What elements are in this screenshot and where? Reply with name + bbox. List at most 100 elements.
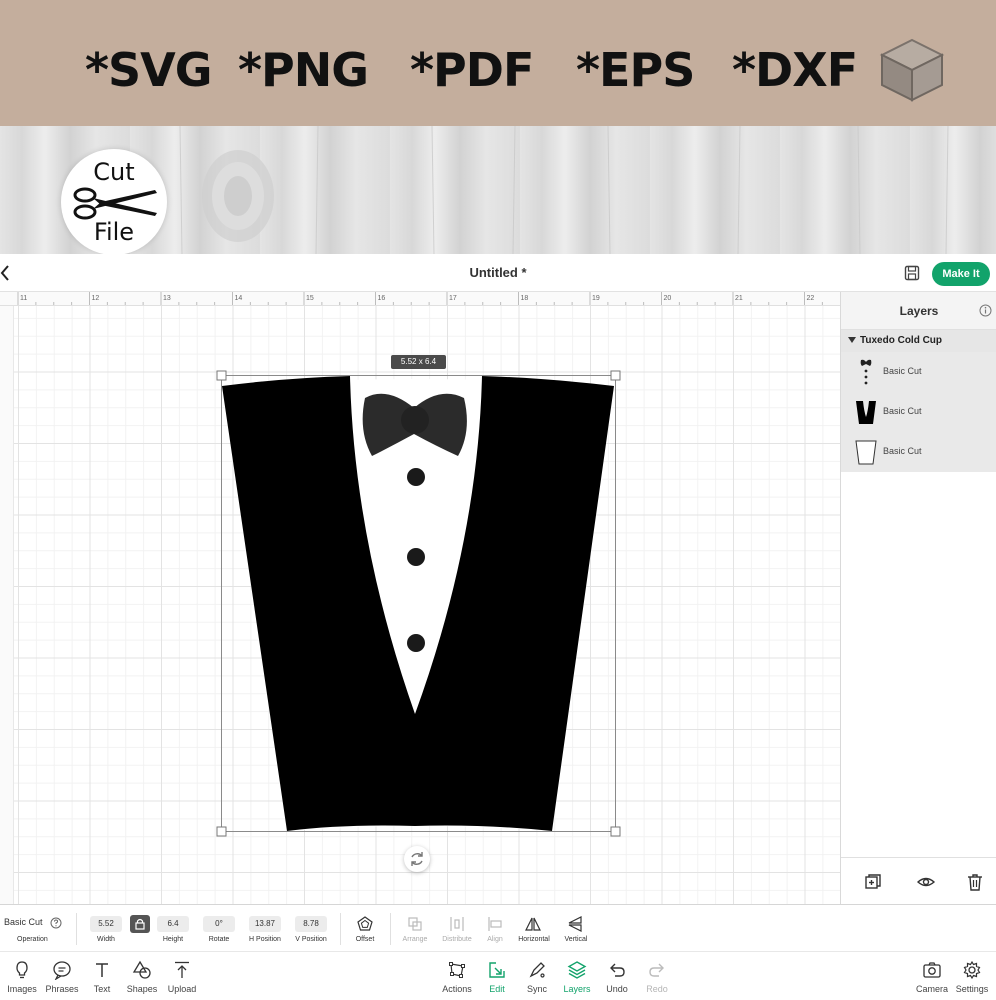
- save-icon[interactable]: [903, 264, 921, 282]
- info-icon[interactable]: [979, 304, 992, 317]
- rotate-handle[interactable]: [404, 846, 430, 872]
- offset-icon[interactable]: [356, 915, 374, 933]
- ruler-tick-label: 17: [449, 295, 457, 302]
- lightbulb-icon: [16, 961, 28, 979]
- h-position-input[interactable]: 13.87: [249, 916, 281, 932]
- bow-tie-thumbnail-icon: [860, 359, 872, 385]
- layers-footer: [841, 857, 996, 904]
- selection-handle: [610, 826, 621, 837]
- app-header: Untitled *: [0, 254, 996, 292]
- document-title: Untitled *: [469, 265, 527, 280]
- ruler-tick-label: 20: [664, 295, 672, 302]
- help-icon[interactable]: [50, 917, 62, 929]
- settings-label: Settings: [955, 984, 989, 994]
- layer-item[interactable]: Basic Cut: [841, 392, 996, 432]
- size-badge: 5.52 x 6.4: [391, 355, 446, 369]
- vertical-ruler: [0, 306, 14, 904]
- redo-label: Redo: [646, 984, 668, 994]
- button-dot: [407, 634, 425, 652]
- trash-icon[interactable]: [965, 872, 985, 892]
- format-eps: *EPS: [576, 43, 695, 97]
- vertical-label: Vertical: [564, 936, 588, 943]
- lock-ratio-button[interactable]: [130, 915, 150, 933]
- format-banner: *SVG *PNG *PDF *EPS *DXF: [0, 0, 996, 126]
- format-pdf: *PDF: [410, 43, 534, 97]
- rotate-input[interactable]: 0°: [203, 916, 235, 932]
- shapes-icon: [132, 960, 151, 979]
- ruler-tick-label: 14: [235, 295, 243, 302]
- jacket-thumbnail-icon: [856, 401, 876, 424]
- settings-tool[interactable]: Settings: [950, 956, 994, 998]
- cut-file-badge: Cut File: [61, 149, 167, 255]
- selection-handle: [216, 826, 227, 837]
- cube-icon: [879, 38, 945, 102]
- layer-item[interactable]: Basic Cut: [841, 352, 996, 392]
- actions-icon: [449, 962, 465, 978]
- layers-icon: [567, 961, 587, 979]
- upload-tool[interactable]: Upload: [160, 956, 204, 998]
- ruler-ticks: 11 12 13 14 15 16 17 18 19 20 21 22: [17, 292, 823, 305]
- layer-item-label: Basic Cut: [883, 446, 922, 456]
- properties-bar: Basic Cut Operation 5.52 Width 6.4 Heigh…: [0, 904, 996, 952]
- align-icon: [488, 917, 502, 931]
- layers-panel: Layers Tuxedo Cold Cup Basic Cut Basic C…: [840, 292, 996, 904]
- selection-handle: [610, 370, 621, 381]
- selection-handle: [216, 370, 227, 381]
- flip-horizontal-icon[interactable]: [524, 915, 542, 933]
- operation-select[interactable]: Basic Cut: [4, 917, 43, 927]
- upload-label: Upload: [167, 984, 197, 994]
- layer-item-label: Basic Cut: [883, 366, 922, 376]
- redo-tool[interactable]: Redo: [635, 956, 679, 998]
- distribute-icon: [450, 917, 464, 931]
- ruler-tick-label: 11: [20, 295, 27, 302]
- gear-icon: [963, 960, 981, 980]
- width-input[interactable]: 5.52: [90, 916, 122, 932]
- ruler-tick-label: 13: [163, 295, 171, 302]
- button-dot: [407, 468, 425, 486]
- ruler-tick-label: 18: [521, 295, 529, 302]
- ruler-tick-label: 12: [92, 295, 100, 302]
- format-png: *PNG: [238, 43, 369, 97]
- duplicate-icon[interactable]: [863, 872, 883, 892]
- upload-icon: [175, 961, 189, 978]
- horizontal-ruler: 11 12 13 14 15 16 17 18 19 20 21 22: [0, 292, 840, 306]
- button-dot: [407, 548, 425, 566]
- design-canvas[interactable]: 5.52 x 6.4: [14, 306, 840, 904]
- ruler-tick-label: 15: [306, 295, 314, 302]
- format-svg: *SVG: [85, 43, 213, 97]
- v-position-label: V Position: [295, 936, 327, 943]
- speech-bubble-icon: [53, 961, 71, 980]
- operation-label: Operation: [17, 936, 48, 943]
- arrange-icon: [408, 917, 422, 931]
- eye-icon[interactable]: [916, 872, 936, 892]
- text-icon: [96, 963, 108, 977]
- redo-icon: [649, 963, 664, 977]
- ruler-tick-label: 16: [378, 295, 386, 302]
- width-label: Width: [97, 936, 115, 943]
- make-it-button[interactable]: Make It: [932, 262, 990, 286]
- ruler-tick-label: 22: [807, 295, 815, 302]
- height-input[interactable]: 6.4: [157, 916, 189, 932]
- undo-icon: [610, 963, 625, 977]
- tuxedo-design[interactable]: [14, 306, 840, 904]
- format-dxf: *DXF: [732, 43, 858, 97]
- chevron-left-icon[interactable]: [0, 260, 20, 286]
- lock-icon: [135, 918, 145, 930]
- layers-title: Layers: [899, 304, 939, 318]
- scissors-icon: [73, 187, 157, 220]
- bottom-toolbar: Images Phrases Text Shapes Upload Action…: [0, 952, 996, 1000]
- ruler-tick-label: 19: [592, 295, 600, 302]
- badge-cut-text: Cut: [93, 158, 135, 186]
- pen-nib-icon: [529, 962, 545, 978]
- layer-group-name: Tuxedo Cold Cup: [860, 335, 943, 346]
- edit-icon: [489, 962, 505, 978]
- layer-item[interactable]: Basic Cut: [841, 432, 996, 472]
- caret-down-icon[interactable]: [848, 336, 856, 344]
- layer-group-row[interactable]: Tuxedo Cold Cup: [841, 330, 996, 352]
- cup-thumbnail-icon: [855, 440, 877, 465]
- v-position-input[interactable]: 8.78: [295, 916, 327, 932]
- ruler-tick-label: 21: [735, 295, 743, 302]
- flip-vertical-icon[interactable]: [566, 915, 584, 933]
- rotate-icon: [411, 852, 423, 866]
- badge-file-text: File: [93, 218, 135, 246]
